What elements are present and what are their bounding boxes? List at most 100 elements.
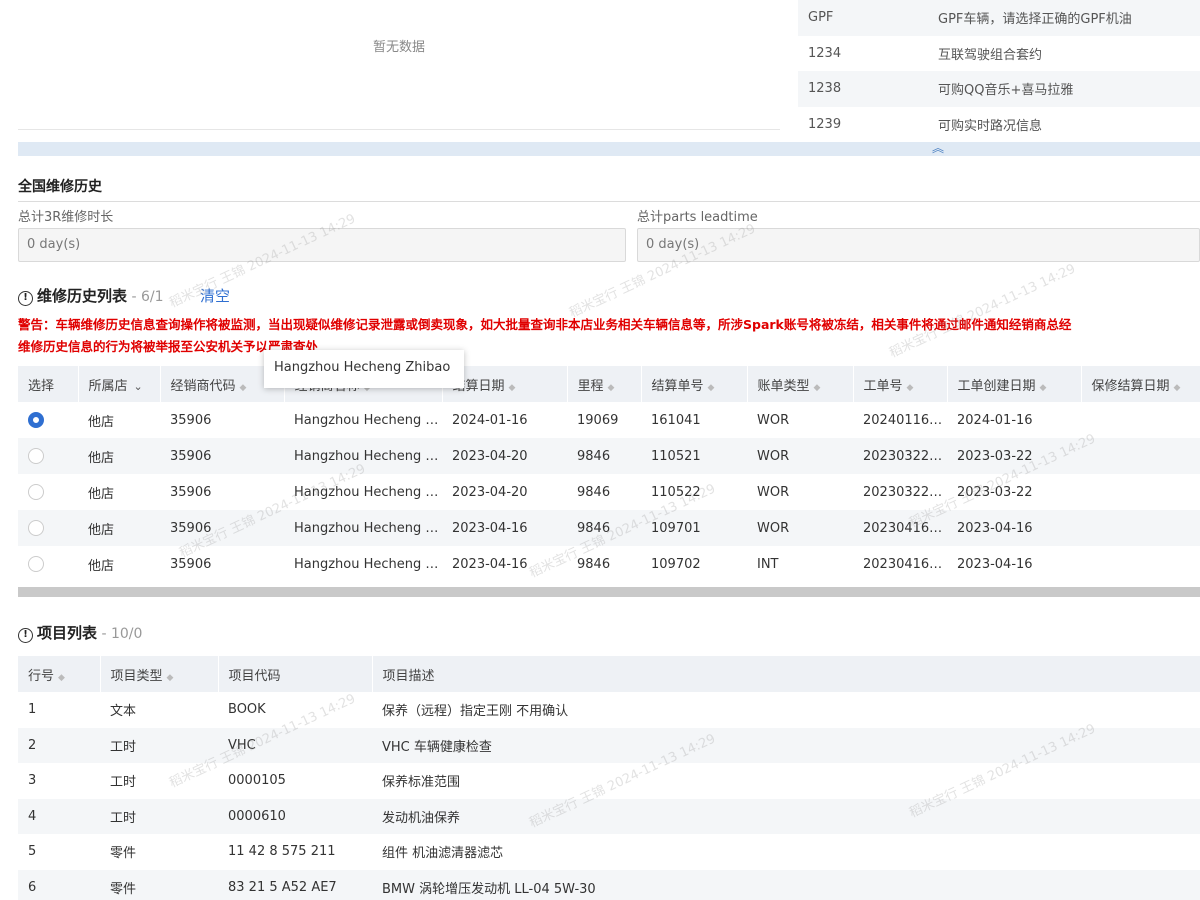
bill-type-cell: INT (757, 556, 779, 572)
order-created-cell: 2023-04-16 (957, 556, 1033, 572)
row-radio[interactable] (28, 520, 44, 536)
order-no-cell: 20240116001 (863, 412, 947, 428)
col-order-no[interactable]: 工单号 ◆ (853, 366, 948, 402)
table-row[interactable]: 他店 35906 Hangzhou Hecheng Zhibao 2024-01-16… (18, 402, 1200, 438)
item-type-cell: 零件 (110, 846, 137, 862)
warranty-date-cell (1081, 510, 1200, 546)
table-row[interactable]: 他店35906Hangzhou Hecheng Zhibao2023-04-20… (18, 438, 1200, 474)
store-cell: 他店 (78, 510, 160, 546)
dealer-name-cell: Hangzhou Hecheng Zhibao (284, 438, 442, 474)
col-bill-type[interactable]: 账单类型 ◆ (747, 366, 854, 402)
select-cell[interactable] (18, 546, 78, 582)
warning-line-2: 维修历史信息的行为将被举报至公安机关予以严肃查处 (18, 339, 319, 354)
sort-icon[interactable]: ◆ (708, 383, 715, 393)
dealer-code-cell: 35906 (160, 510, 284, 546)
sort-icon[interactable]: ◆ (167, 673, 174, 683)
order-no-cell: 20230416001 (853, 510, 947, 546)
mileage-cell: 9846 (577, 556, 611, 572)
store-cell: 他店 (88, 558, 115, 574)
select-cell[interactable] (18, 438, 78, 474)
settle-date-cell: 2024-01-16 (452, 412, 528, 428)
item-desc-cell: 保养标准范围 (382, 775, 461, 791)
horizontal-scrollbar[interactable] (18, 587, 1200, 597)
row-radio[interactable] (28, 448, 44, 464)
dealer-code-cell: 35906 (170, 484, 212, 500)
code-cell: 1239 (808, 116, 842, 132)
sort-icon[interactable]: ◆ (814, 383, 821, 393)
table-row: 1 文本 BOOK 保养（远程）指定王刚 不用确认 (18, 692, 1200, 728)
col-item-desc: 项目描述 (372, 656, 1200, 692)
table-row: 4 工时 0000610 发动机油保养 (18, 798, 1200, 834)
column-label: 工单号 (863, 378, 903, 394)
bill-type-cell: WOR (757, 412, 790, 428)
col-order-created[interactable]: 工单创建日期 ◆ (947, 366, 1082, 402)
row-radio[interactable] (28, 556, 44, 572)
line-no-cell: 4 (18, 798, 100, 834)
col-line-no[interactable]: 行号 ◆ (18, 656, 101, 692)
item-desc-cell: 保养（远程）指定王刚 不用确认 (382, 704, 569, 720)
history-table: 选择所属店⌄经销商代码◆经销商名称◆结算日期◆里程◆结算单号◆账单类型◆工单号◆… (18, 366, 1200, 582)
row-radio[interactable] (28, 412, 44, 428)
items-table: 行号 ◆ 项目类型 ◆ 项目代码 项目描述 1 文本 BOOK 保养（远程）指定王刚 不用确认 2… (18, 656, 1200, 900)
section-title-national-history: 全国维修历史 (18, 179, 102, 195)
code-desc-cell: 互联驾驶组合套约 (938, 47, 1043, 63)
col-settle-no[interactable]: 结算单号 ◆ (641, 366, 748, 402)
line-no-cell: 5 (28, 844, 37, 860)
parts-leadtime-label: 总计parts leadtime (637, 210, 758, 225)
info-icon: ! (18, 628, 33, 643)
sort-icon[interactable]: ◆ (907, 383, 914, 393)
settle-no-cell: 110522 (651, 484, 701, 500)
col-mileage[interactable]: 里程 ◆ (567, 366, 642, 402)
item-type-cell: 零件 (100, 869, 218, 900)
dealer-code-cell: 35906 (170, 556, 212, 572)
sort-icon[interactable]: ◆ (1174, 383, 1181, 393)
table-row[interactable]: 他店35906Hangzhou Hecheng Zhibao2023-04-20… (18, 474, 1200, 510)
col-item-code: 项目代码 (218, 656, 373, 692)
code-cell: 1238 (798, 71, 938, 107)
select-cell[interactable] (18, 510, 78, 546)
table-row[interactable]: 他店35906Hangzhou Hecheng Zhibao2023-04-16… (18, 546, 1200, 582)
store-cell: 他店 (88, 414, 115, 430)
table-row: 3 工时 0000105 保养标准范围 (18, 763, 1200, 799)
code-desc-cell: GPF车辆，请选择正确的GPF机油 (938, 0, 1200, 36)
code-row: GPF GPF车辆，请选择正确的GPF机油 (798, 0, 1200, 36)
code-row: 1239 可购实时路况信息 (798, 107, 1200, 143)
empty-panel: 暂无数据 (18, 0, 780, 130)
item-type-cell: 文本 (110, 704, 137, 720)
bill-type-cell: WOR (757, 484, 790, 500)
history-count: - 6/1 (127, 289, 164, 305)
clear-button[interactable]: 清空 (200, 285, 230, 306)
item-type-cell: 工时 (100, 798, 218, 834)
select-cell[interactable] (18, 474, 78, 510)
double-chevron-up-icon[interactable]: ︽ (932, 141, 944, 155)
col-item-type[interactable]: 项目类型 ◆ (100, 656, 219, 692)
col-store[interactable]: 所属店 ⌄ (78, 366, 161, 402)
empty-text: 暂无数据 (372, 40, 425, 55)
sort-icon[interactable]: ◆ (240, 383, 247, 393)
order-no-cell: 20230322001 (853, 438, 947, 474)
sort-icon[interactable]: ◆ (608, 383, 615, 393)
chevron-down-icon[interactable]: ⌄ (134, 380, 143, 393)
sort-icon[interactable]: ◆ (1040, 383, 1047, 393)
store-cell: 他店 (88, 486, 115, 502)
line-no-cell: 3 (28, 773, 37, 789)
items-count: - 10/0 (97, 626, 143, 642)
sort-icon[interactable]: ◆ (509, 383, 516, 393)
order-no-cell: 20230416002 (863, 556, 947, 572)
settle-no-cell: 161041 (651, 412, 701, 428)
row-radio[interactable] (28, 484, 44, 500)
collapse-bar[interactable] (18, 142, 1200, 156)
item-code-cell: 83 21 5 A52 AE7 (218, 869, 372, 900)
code-row: 1234 互联驾驶组合套约 (798, 36, 1200, 72)
select-cell[interactable] (18, 402, 78, 438)
settle-date-cell: 2023-04-16 (442, 510, 567, 546)
col-warranty-date[interactable]: 保修结算日期 ◆ (1081, 366, 1200, 402)
mileage-cell: 9846 (577, 484, 611, 500)
table-row[interactable]: 他店35906Hangzhou Hecheng Zhibao2023-04-16… (18, 510, 1200, 546)
column-label: 选择 (28, 378, 55, 394)
sort-icon[interactable]: ◆ (58, 673, 65, 683)
store-cell: 他店 (78, 438, 160, 474)
code-desc-cell: 可购实时路况信息 (938, 118, 1043, 134)
column-label: 项目代码 (228, 668, 281, 684)
settle-date-cell: 2023-04-16 (452, 556, 528, 572)
